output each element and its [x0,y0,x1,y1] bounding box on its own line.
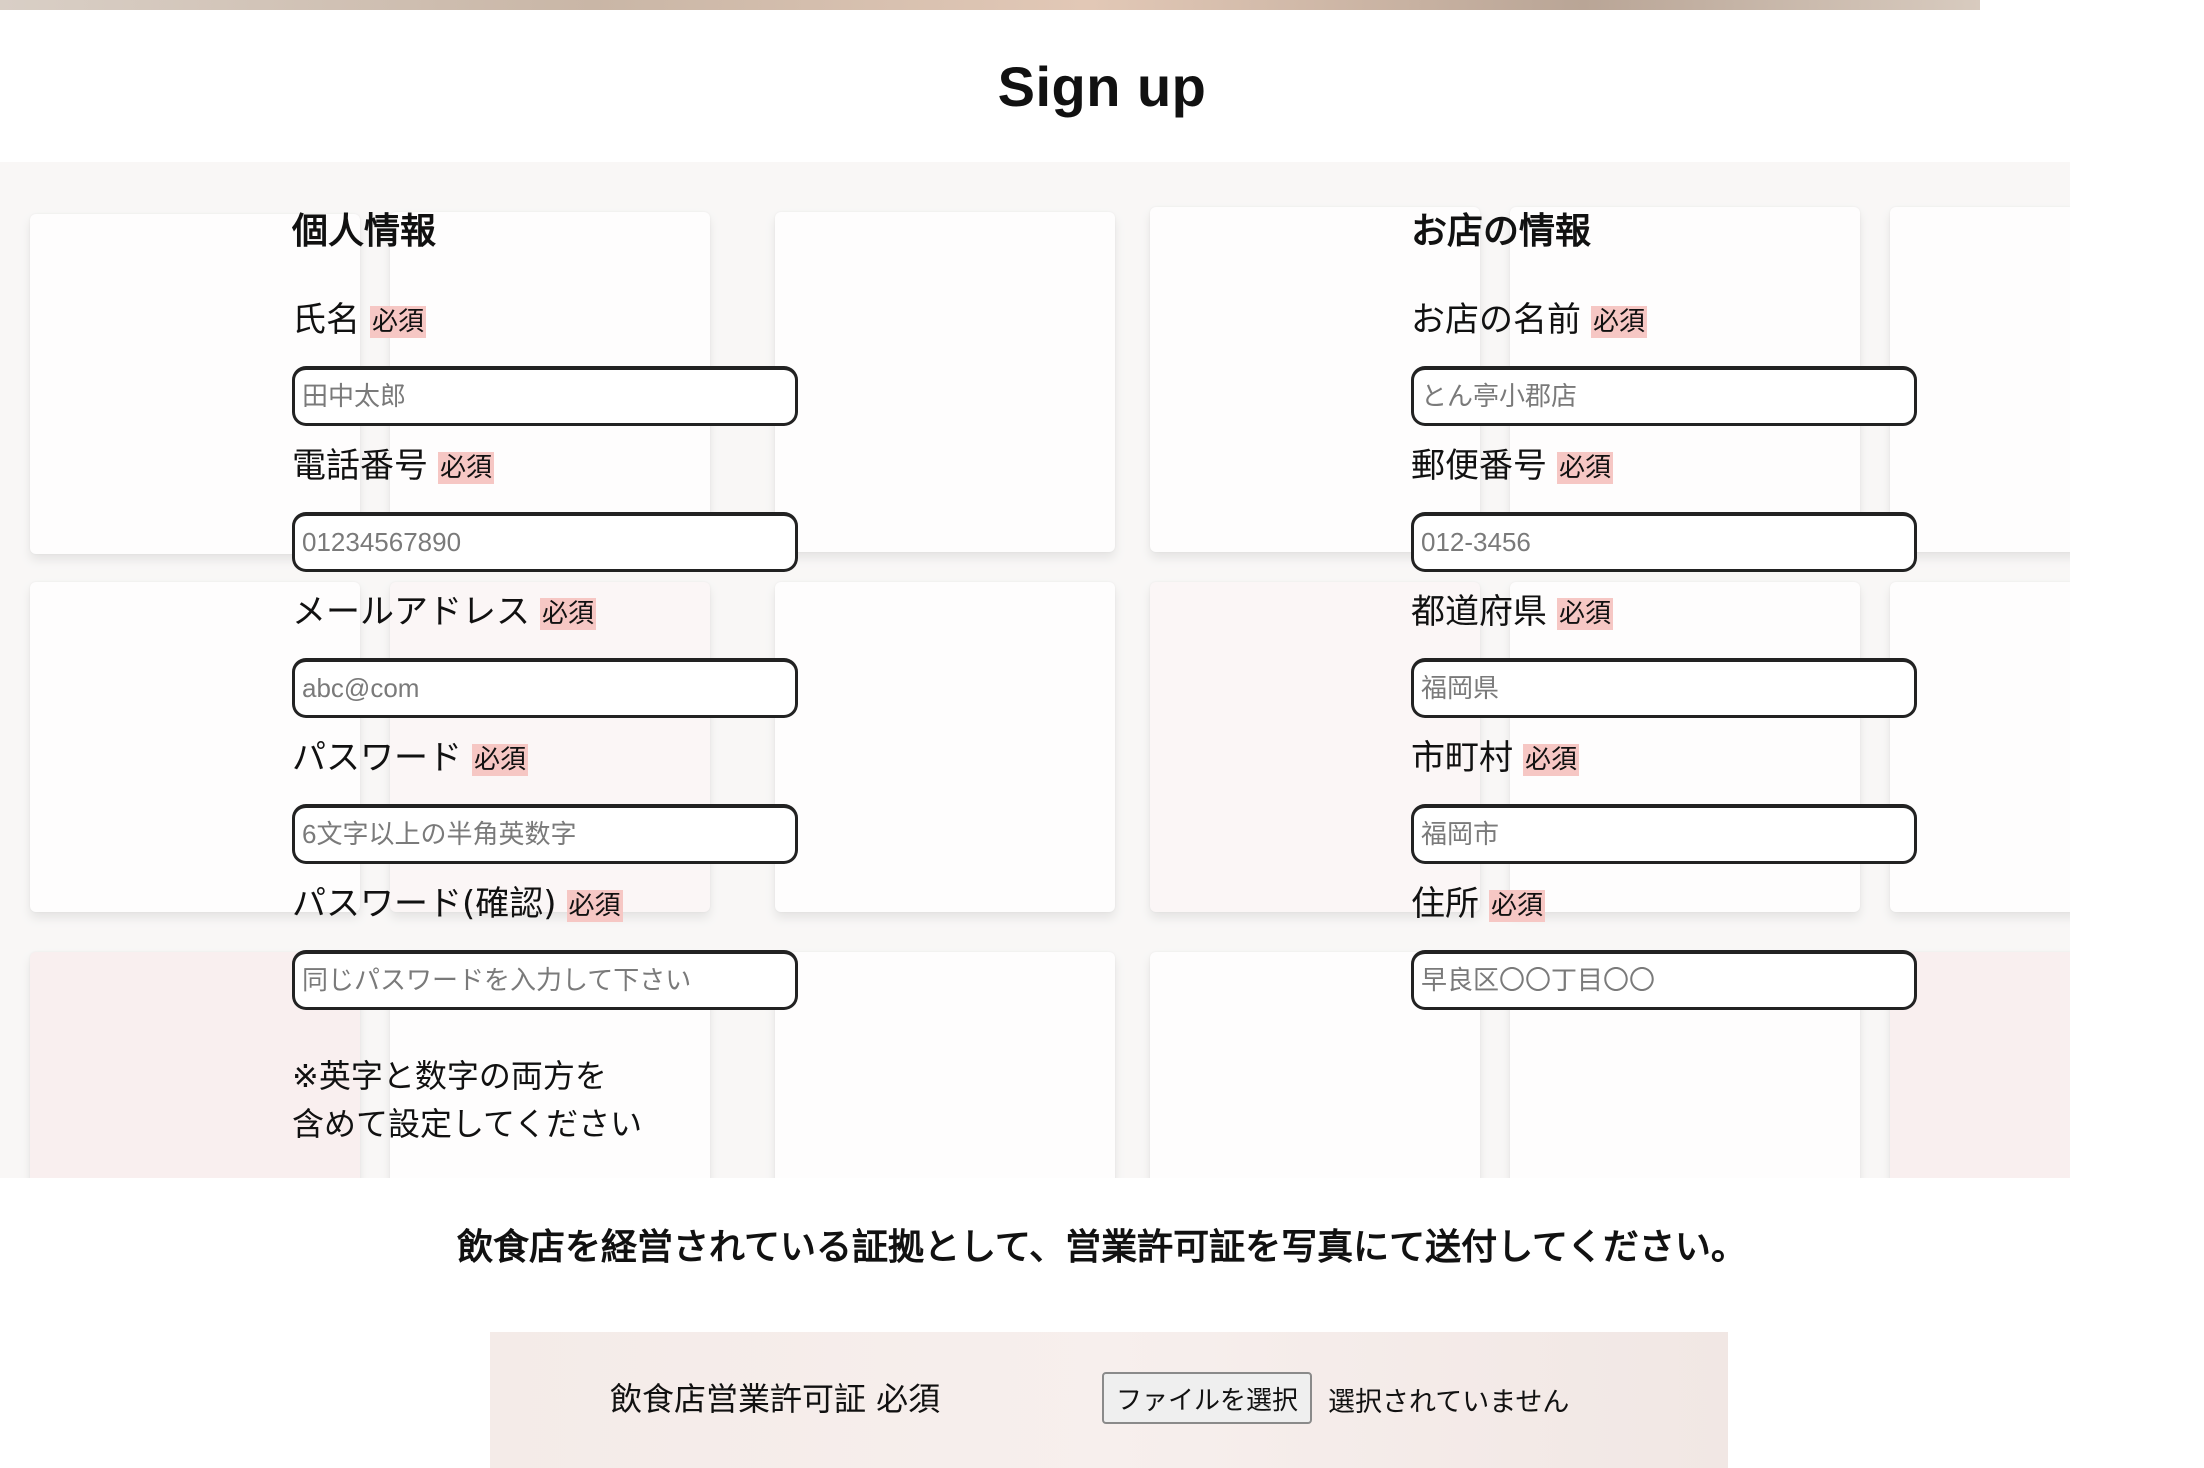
phone-label-text: 電話番号 [292,446,428,486]
required-badge: 必須 [1523,743,1580,776]
name-input[interactable] [292,366,798,426]
postal-code-label: 郵便番号 必須 [1411,438,1614,487]
prefecture-label-text: 都道府県 [1411,592,1547,632]
required-badge: 必須 [540,597,597,630]
password-confirm-label-text: パスワード(確認) [292,884,557,924]
email-input[interactable] [292,658,798,718]
address-input[interactable] [1411,950,1917,1010]
license-notice: 飲食店を経営されている証拠として、営業許可証を写真にて送付してください。 [457,1227,1747,1268]
license-upload-label: 飲食店営業許可証 必須 [610,1380,941,1418]
required-badge: 必須 [370,305,427,338]
page-title: Sign up [997,55,1207,118]
required-badge: 必須 [566,889,623,922]
phone-label: 電話番号 必須 [292,438,495,487]
city-input[interactable] [1411,804,1917,864]
name-label-text: 氏名 [292,300,360,340]
password-note-line1: ※英字と数字の両方を [292,1057,607,1095]
file-status-text: 選択されていません [1328,1387,1570,1418]
required-badge: 必須 [1591,305,1648,338]
password-note: ※英字と数字の両方を 含めて設定してください [292,1052,642,1148]
store-name-input[interactable] [1411,366,1917,426]
password-label: パスワード 必須 [292,730,529,779]
required-badge: 必須 [1557,451,1614,484]
store-info-heading: お店の情報 [1411,211,1592,252]
required-badge: 必須 [1489,889,1546,922]
postal-code-input[interactable] [1411,512,1917,572]
personal-info-heading: 個人情報 [292,211,437,252]
email-label: メールアドレス 必須 [292,584,597,633]
store-name-label: お店の名前 必須 [1411,292,1648,341]
name-label: 氏名 必須 [292,292,427,341]
header-image-strip [0,0,1980,10]
address-label: 住所 必須 [1411,876,1546,925]
required-badge: 必須 [438,451,495,484]
required-badge: 必須 [1557,597,1614,630]
address-label-text: 住所 [1411,884,1479,924]
prefecture-input[interactable] [1411,658,1917,718]
password-confirm-input[interactable] [292,950,798,1010]
phone-input[interactable] [292,512,798,572]
choose-file-button[interactable]: ファイルを選択 [1102,1372,1313,1424]
store-name-label-text: お店の名前 [1411,300,1581,340]
postal-code-label-text: 郵便番号 [1411,446,1547,486]
license-upload-section: 飲食店営業許可証 必須 ファイルを選択 選択されていません [490,1332,1728,1468]
password-label-text: パスワード [292,738,462,778]
city-label: 市町村 必須 [1411,730,1580,779]
password-input[interactable] [292,804,798,864]
password-note-line2: 含めて設定してください [292,1105,643,1143]
prefecture-label: 都道府県 必須 [1411,584,1614,633]
required-badge: 必須 [472,743,529,776]
password-confirm-label: パスワード(確認) 必須 [292,876,623,925]
email-label-text: メールアドレス [292,592,530,632]
city-label-text: 市町村 [1411,738,1513,778]
